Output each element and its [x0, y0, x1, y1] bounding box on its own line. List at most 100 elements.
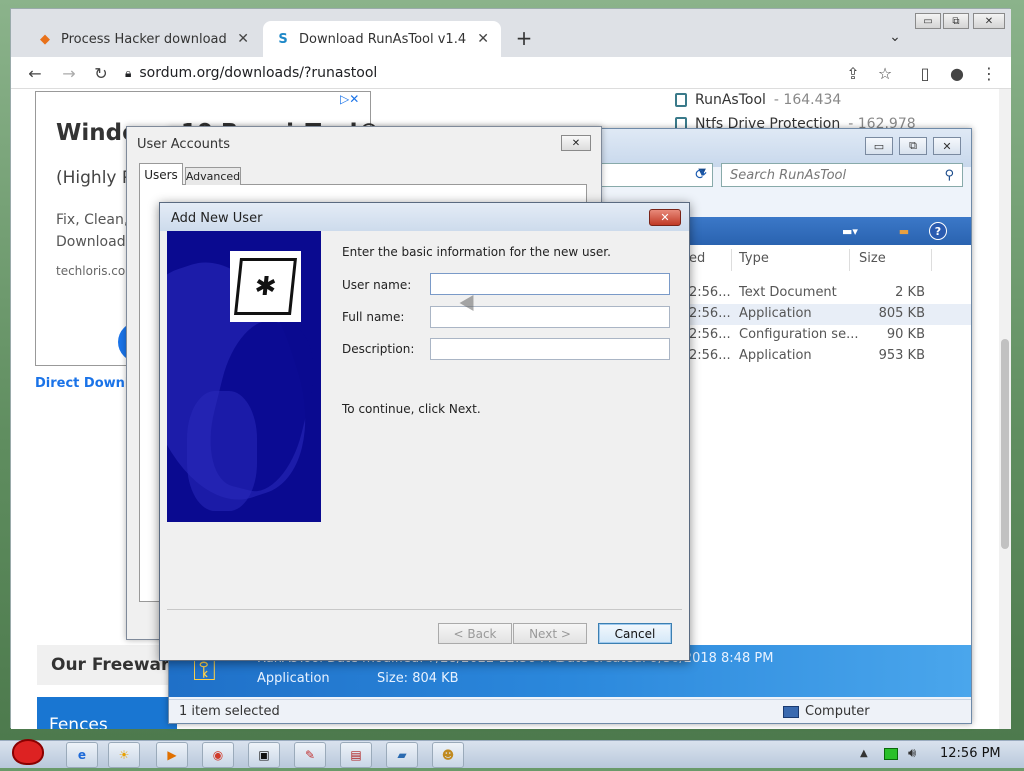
star-icon[interactable]: ☆	[873, 61, 897, 85]
side-panel-icon[interactable]: ▯	[913, 61, 937, 85]
preview-pane-icon[interactable]: ▬	[895, 223, 913, 239]
computer-icon	[783, 705, 799, 718]
scrollbar[interactable]	[999, 89, 1011, 729]
forward-arrow-icon[interactable]: →	[57, 61, 81, 85]
column-header-type[interactable]: Type	[739, 251, 769, 266]
cancel-button[interactable]: Cancel	[598, 623, 672, 644]
description-input[interactable]	[430, 338, 670, 360]
column-separator[interactable]	[931, 249, 932, 271]
tab-runastool[interactable]: S Download RunAsTool v1.4 ✕	[263, 21, 501, 57]
username-input[interactable]	[430, 273, 670, 295]
chevron-down-icon[interactable]: ⌄	[883, 25, 907, 49]
menu-icon[interactable]: ⋮	[977, 61, 1001, 85]
restore-button[interactable]: ⧉	[943, 13, 969, 29]
view-options-icon[interactable]: ▬▾	[841, 223, 859, 239]
share-icon[interactable]: ⇪	[841, 61, 865, 85]
status-location-label: Computer	[805, 704, 870, 719]
angry-bird-icon	[12, 739, 44, 765]
volume-icon[interactable]: 🔊︎	[908, 746, 916, 761]
internet-explorer-icon[interactable]: e	[66, 742, 98, 768]
column-separator[interactable]	[849, 249, 850, 271]
file-type: Configuration se...	[739, 327, 859, 342]
download-item[interactable]: RunAsTool - 164.434	[675, 89, 841, 111]
command-prompt-icon[interactable]: ▣	[248, 742, 280, 768]
close-button[interactable]: ✕	[649, 209, 681, 226]
clock[interactable]: 12:56 PM	[940, 746, 1001, 761]
tab-strip: ◆ Process Hacker download | So ✕ S Downl…	[11, 9, 1011, 57]
help-icon[interactable]: ?	[929, 222, 947, 240]
file-date: 2:56...	[689, 327, 731, 342]
tab-advanced[interactable]: Advanced	[185, 167, 241, 185]
file-type: Text Document	[739, 285, 837, 300]
ad-domain: techloris.co	[56, 264, 126, 278]
add-new-user-dialog: Add New User ✕ ✱ Enter the basic informa…	[159, 202, 690, 661]
refresh-icon[interactable]: ⟳	[689, 163, 713, 187]
status-bar: 1 item selected Computer	[169, 699, 971, 723]
browser-toolbar: ← → ↻ 🔒︎ sordum.org/downloads/?runastool…	[11, 57, 1011, 89]
file-date: 2:56...	[689, 285, 731, 300]
start-button[interactable]	[4, 733, 52, 771]
direct-download-link[interactable]: Direct Downlo	[35, 376, 138, 391]
ad-choices-icon[interactable]: ▷✕	[340, 92, 359, 106]
media-player-icon[interactable]: ▶	[156, 742, 188, 768]
tab-title: Download RunAsTool v1.4	[299, 31, 467, 47]
tray-expand-icon[interactable]: ▲	[860, 748, 868, 759]
divider	[167, 609, 682, 610]
username-label: User name:	[342, 278, 412, 292]
scrollbar-thumb[interactable]	[1001, 339, 1009, 549]
lock-icon: 🔒︎	[125, 65, 132, 80]
toolbox-icon[interactable]: ▤	[340, 742, 372, 768]
wizard-banner-image: ✱	[167, 231, 321, 522]
status-location: Computer	[783, 704, 870, 719]
column-header-date[interactable]: ed	[689, 251, 705, 266]
minimize-button[interactable]: ▭	[915, 13, 941, 29]
new-tab-button[interactable]: +	[511, 25, 537, 51]
sun-icon[interactable]: ☀	[108, 742, 140, 768]
next-button[interactable]: Next >	[513, 623, 587, 644]
download-name[interactable]: RunAsTool	[695, 92, 766, 108]
sordum-s-icon: S	[278, 31, 288, 47]
search-icon[interactable]: ⚲	[944, 168, 954, 183]
network-icon[interactable]	[884, 748, 898, 760]
minimize-button[interactable]: ▭	[865, 137, 893, 155]
tab-users[interactable]: Users	[139, 163, 183, 185]
document-icon	[675, 93, 687, 107]
tab-title: Process Hacker download | So	[61, 31, 229, 47]
profile-icon[interactable]: ●	[945, 61, 969, 85]
users-icon[interactable]: ☻	[432, 742, 464, 768]
tab-process-hacker[interactable]: ◆ Process Hacker download | So ✕	[25, 21, 261, 57]
explorer-search-input[interactable]: Search RunAsTool ⚲	[721, 163, 963, 187]
file-date: 2:56...	[689, 348, 731, 363]
explorer-icon[interactable]: ▰	[386, 742, 418, 768]
maximize-button[interactable]: ⧉	[899, 137, 927, 155]
user-accounts-logo-icon: ✱	[230, 251, 301, 322]
close-button[interactable]: ✕	[933, 137, 961, 155]
back-button[interactable]: < Back	[438, 623, 512, 644]
window-title: User Accounts	[137, 137, 231, 152]
chrome-icon[interactable]: ◉	[202, 742, 234, 768]
description-label: Description:	[342, 342, 415, 356]
download-count: - 164.434	[773, 92, 842, 108]
dialog-body: ✱ Enter the basic information for the ne…	[167, 231, 682, 654]
close-button[interactable]: ✕	[561, 135, 591, 151]
intro-text: Enter the basic information for the new …	[342, 245, 611, 259]
file-type: Application	[739, 348, 812, 363]
taskbar: e ☀ ▶ ◉ ▣ ✎ ▤ ▰ ☻ ▲ 🔊︎ 12:56 PM	[0, 739, 1024, 768]
column-header-size[interactable]: Size	[859, 251, 886, 266]
back-arrow-icon[interactable]: ←	[23, 61, 47, 85]
details-type: Application	[257, 671, 330, 686]
search-placeholder: Search RunAsTool	[730, 167, 847, 183]
fences-banner[interactable]: Fences	[37, 697, 177, 729]
file-size: 90 KB	[886, 327, 925, 342]
reload-icon[interactable]: ↻	[89, 61, 113, 85]
close-tab-icon[interactable]: ✕	[477, 31, 489, 47]
dialog-titlebar[interactable]: Add New User ✕	[160, 203, 689, 231]
paint-icon[interactable]: ✎	[294, 742, 326, 768]
close-tab-icon[interactable]: ✕	[237, 31, 249, 47]
banner-shape	[187, 391, 257, 511]
close-button[interactable]: ✕	[973, 13, 1005, 29]
column-separator[interactable]	[731, 249, 732, 271]
address-bar[interactable]: 🔒︎ sordum.org/downloads/?runastool	[125, 60, 885, 86]
continue-hint: To continue, click Next.	[342, 402, 481, 416]
ad-description: Fix, Clean,	[56, 212, 129, 228]
